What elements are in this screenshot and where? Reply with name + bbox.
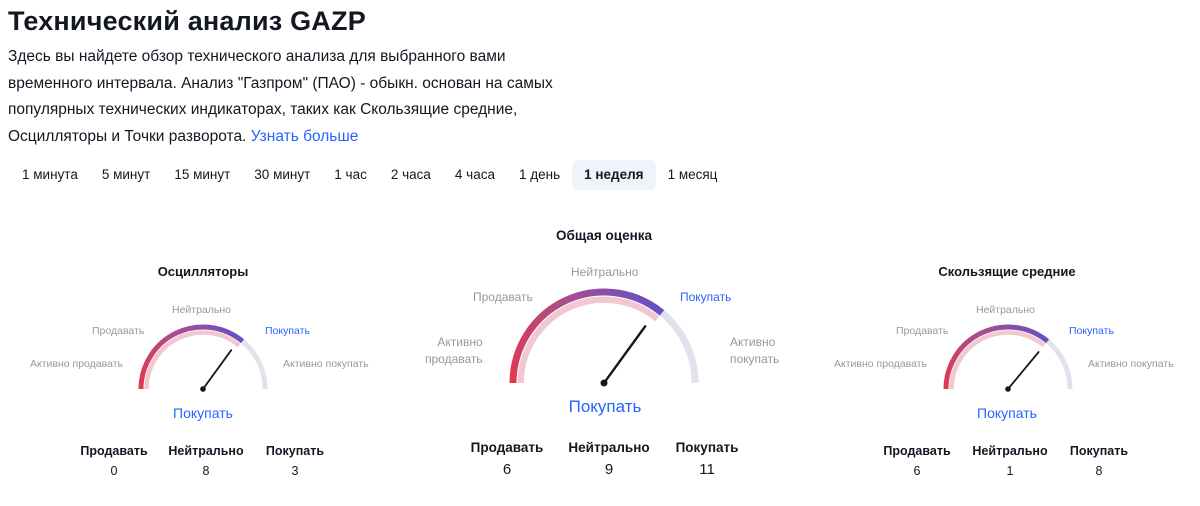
- moving_averages-needle: [1007, 351, 1040, 390]
- moving-averages-title: Скользящие средние: [938, 264, 1076, 279]
- moving-averages-strong-sell-label: Активно продавать: [834, 358, 927, 370]
- count-label: Покупать: [1069, 444, 1129, 458]
- count-value: 1: [1006, 464, 1014, 478]
- count-label: Нейтрально: [972, 444, 1048, 458]
- moving-averages-sell-label: Продавать: [896, 325, 949, 337]
- moving-averages-verdict: Покупать: [977, 405, 1037, 421]
- moving-averages-neutral-label: Нейтрально: [976, 304, 1036, 316]
- moving-averages-dial: [943, 324, 1073, 392]
- moving-averages-count-neutral: Нейтрально 1: [972, 444, 1047, 478]
- moving-averages-buy-label: Покупать: [1069, 325, 1114, 337]
- moving_averages-needle-pivot: [1005, 386, 1011, 392]
- moving-averages-count-sell: Продавать 6: [883, 444, 950, 478]
- count-value: 6: [913, 464, 921, 478]
- moving-averages-strong-buy-label: Активно покупать: [1088, 358, 1174, 370]
- count-label: Продавать: [883, 444, 951, 458]
- moving_averages-track: [1045, 339, 1073, 390]
- moving-averages-count-buy: Покупать 8: [1070, 444, 1128, 478]
- count-value: 8: [1095, 464, 1103, 478]
